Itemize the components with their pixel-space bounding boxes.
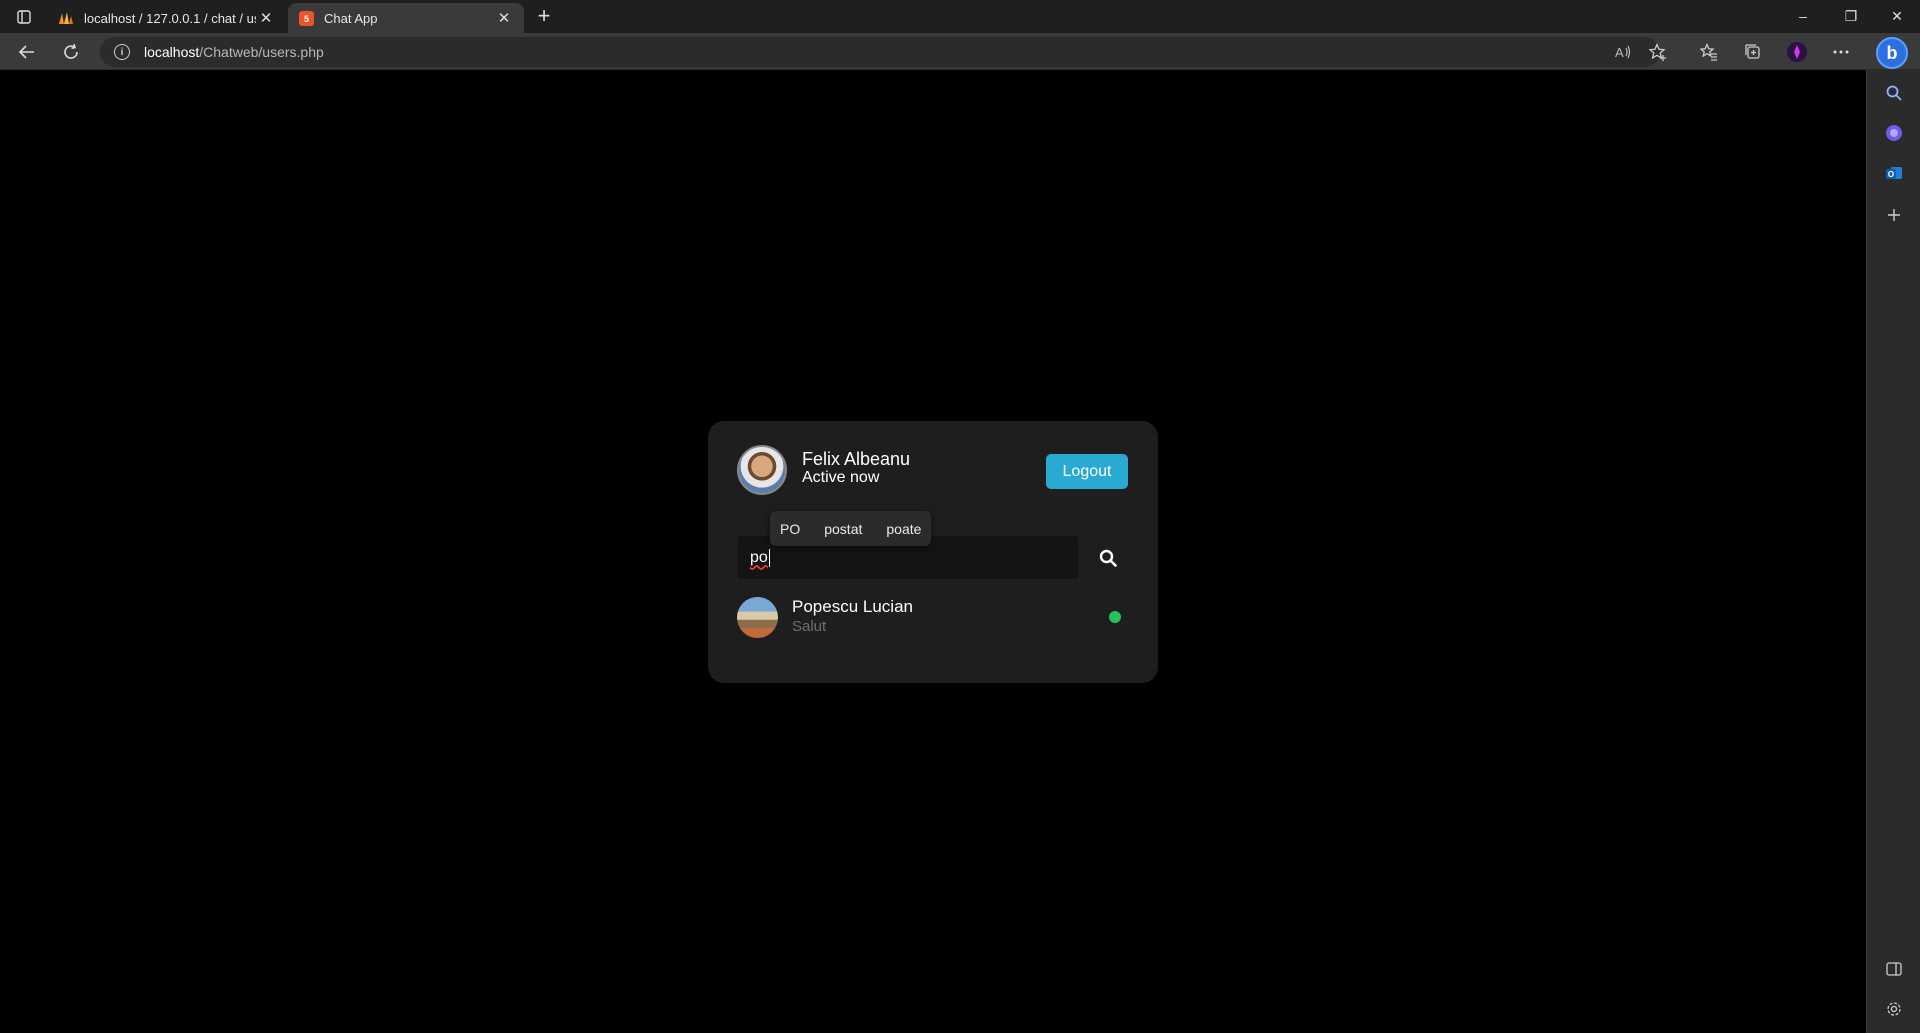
logout-button[interactable]: Logout [1046,454,1128,489]
collections-button[interactable] [1738,37,1768,67]
phpmyadmin-icon [58,10,74,26]
online-status-dot [1109,611,1121,623]
read-aloud-button[interactable]: A [1608,37,1638,67]
suggestion-item[interactable]: postat [824,521,862,537]
search-icon [1886,85,1902,101]
minimize-button[interactable]: – [1780,0,1826,32]
outlook-icon: O [1886,167,1902,179]
tab-actions-button[interactable] [10,5,38,29]
sidebar-settings-button[interactable] [1879,994,1909,1024]
reload-button[interactable] [56,37,86,67]
copilot-button[interactable]: b [1876,37,1908,69]
sidebar-search-button[interactable] [1879,78,1909,108]
search-button[interactable] [1086,536,1129,579]
search-input-value: po [750,548,768,566]
tab-title: Chat App [324,10,378,26]
favorites-button[interactable] [1694,37,1724,67]
profile-button[interactable] [1782,37,1812,67]
restore-button[interactable]: ❐ [1828,0,1874,32]
close-tab-icon[interactable]: ✕ [256,8,276,28]
copilot-app-icon [1886,125,1902,141]
copilot-icon: b [1886,42,1898,63]
close-window-button[interactable]: ✕ [1874,0,1920,32]
tab-title: localhost / 127.0.0.1 / chat / users | p… [84,10,256,26]
sidebar-add-button[interactable] [1879,200,1909,230]
plus-icon [1888,209,1900,221]
search-icon [1099,549,1117,567]
tab-actions-icon [17,10,31,24]
current-user-avatar [737,445,787,495]
star-add-icon [1649,43,1666,61]
tab-bar: localhost / 127.0.0.1 / chat / users | p… [0,0,1920,33]
close-tab-icon[interactable]: ✕ [494,8,514,28]
current-user-status: Active now [802,469,880,486]
profile-avatar-icon [1787,42,1807,62]
svg-text:A: A [1615,45,1624,60]
more-menu-button[interactable] [1826,37,1856,67]
hide-sidebar-icon [1886,962,1902,976]
address-path: /Chatweb/users.php [199,44,324,60]
tab-chat-app[interactable]: 5 Chat App ✕ [288,3,524,33]
more-dots-icon [1833,50,1849,54]
user-avatar [737,597,778,638]
user-list-item[interactable]: Popescu Lucian Salut [737,597,1131,641]
back-button[interactable] [12,37,42,67]
site-info-icon[interactable]: i [114,44,130,60]
user-name: Popescu Lucian [792,597,913,616]
back-arrow-icon [18,45,34,59]
edge-sidebar: O [1866,70,1920,1033]
gear-icon [1887,1002,1901,1016]
text-caret [768,548,770,567]
svg-text:5: 5 [303,14,308,24]
svg-text:O: O [1888,170,1894,179]
html5-icon: 5 [298,10,314,26]
browser-toolbar: i localhost/Chatweb/users.php A [0,33,1920,70]
spell-suggestions-popup: PO postat poate [770,511,932,546]
user-last-message: Salut [792,618,827,635]
tab-phpmyadmin[interactable]: localhost / 127.0.0.1 / chat / users | p… [48,3,286,33]
favorites-icon [1700,43,1717,61]
chat-users-card: Felix Albeanu Active now Logout po PO po… [708,421,1158,683]
sidebar-layout-button[interactable] [1879,954,1909,984]
suggestion-item[interactable]: poate [886,521,921,537]
collections-icon [1745,44,1760,59]
read-aloud-icon: A [1615,45,1631,60]
reload-icon [64,43,78,59]
new-tab-button[interactable]: + [530,3,558,28]
current-user-name: Felix Albeanu [802,449,911,469]
add-favorite-button[interactable] [1643,37,1673,67]
page-viewport: Felix Albeanu Active now Logout po PO po… [0,70,1866,1033]
suggestion-item[interactable]: PO [780,521,800,537]
address-host: localhost [144,44,200,60]
sidebar-copilot-app-button[interactable] [1879,118,1909,148]
sidebar-outlook-button[interactable]: O [1879,158,1909,188]
address-bar[interactable]: i localhost/Chatweb/users.php [100,37,1660,67]
